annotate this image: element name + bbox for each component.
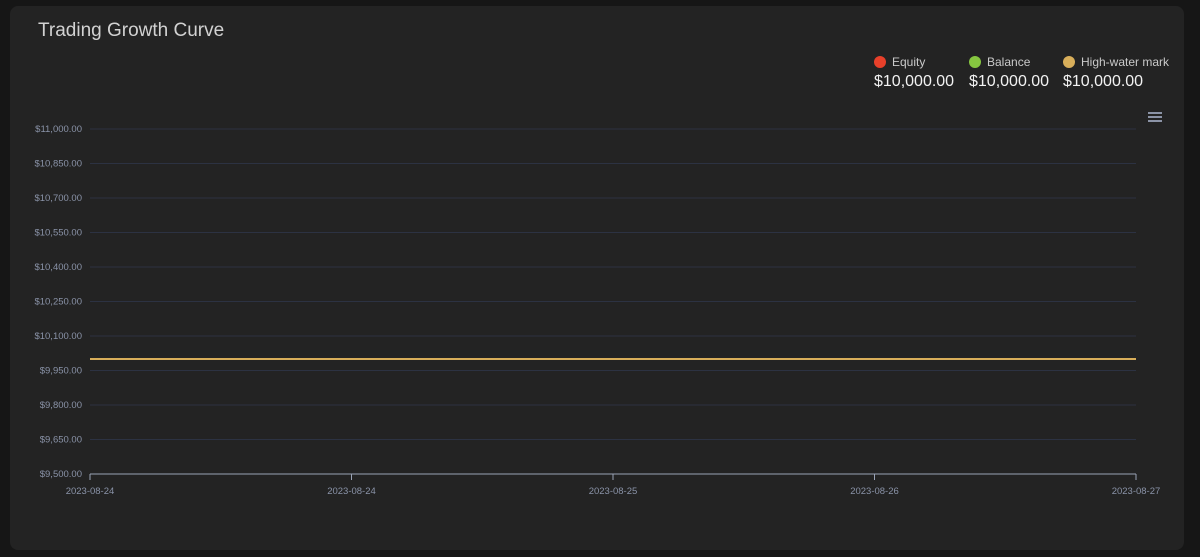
y-tick-label: $10,850.00 bbox=[34, 159, 82, 170]
y-tick-label: $10,400.00 bbox=[34, 262, 82, 273]
y-tick-label: $10,550.00 bbox=[34, 228, 82, 239]
y-tick-label: $10,100.00 bbox=[34, 331, 82, 342]
y-tick-label: $11,000.00 bbox=[35, 124, 82, 135]
y-tick-label: $9,800.00 bbox=[40, 400, 82, 411]
y-tick-label: $9,500.00 bbox=[40, 469, 82, 480]
x-tick-label: 2023-08-24 bbox=[66, 486, 115, 497]
x-tick-label: 2023-08-27 bbox=[1112, 486, 1161, 497]
x-tick-label: 2023-08-26 bbox=[850, 486, 899, 497]
y-tick-label: $10,700.00 bbox=[34, 193, 82, 204]
y-tick-label: $9,950.00 bbox=[40, 366, 82, 377]
x-tick-label: 2023-08-25 bbox=[589, 486, 638, 497]
y-tick-label: $9,650.00 bbox=[40, 435, 82, 446]
x-tick-label: 2023-08-24 bbox=[327, 486, 376, 497]
line-chart: $9,500.00 $9,650.00 $9,800.00 $9,950.00 $10,… bbox=[34, 124, 1161, 497]
y-tick-label: $10,250.00 bbox=[34, 297, 82, 308]
